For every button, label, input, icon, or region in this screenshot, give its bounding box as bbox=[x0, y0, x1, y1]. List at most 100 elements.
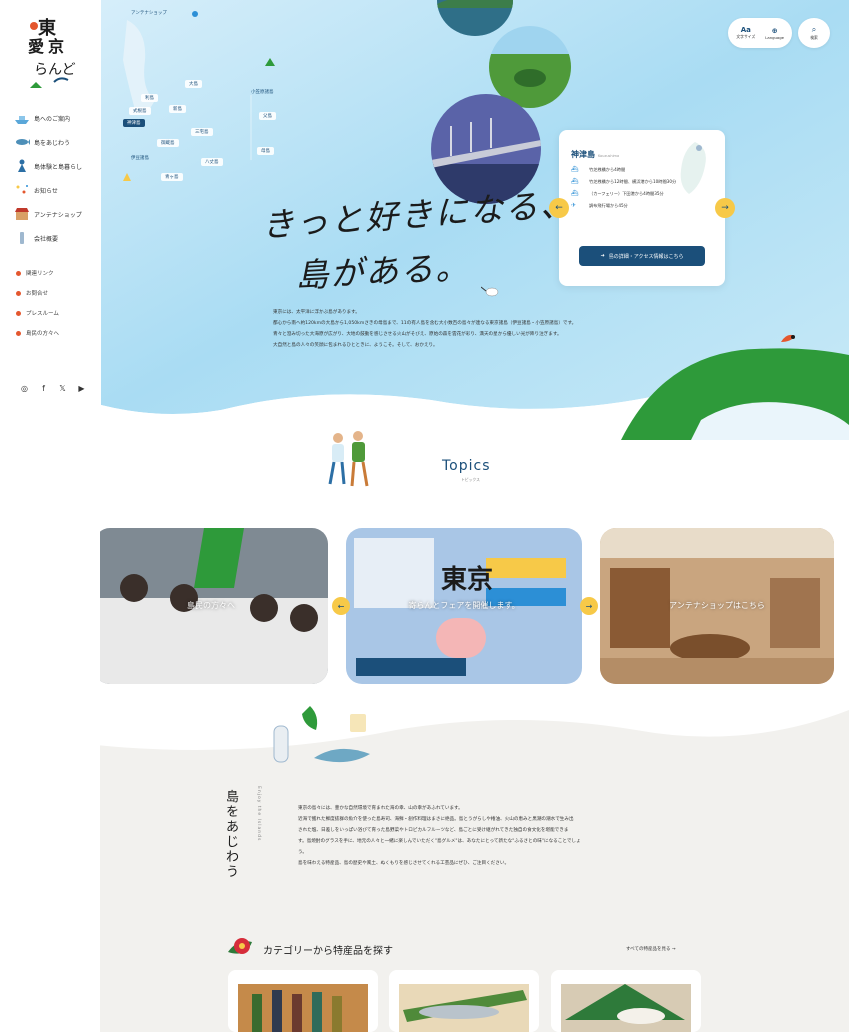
taste-wave bbox=[96, 690, 849, 750]
tokyo-islands-logo[interactable]: 東 京 愛 らんど bbox=[24, 12, 76, 98]
hero: アンテナショップ 大島 利島 新島 式根島 神津島 三宅島 御蔵島 八丈島 青ヶ… bbox=[101, 0, 849, 440]
island-roman: Kouzushima bbox=[598, 154, 620, 158]
plane-icon: ✈ bbox=[571, 202, 577, 209]
topics-title: Topics bbox=[442, 458, 491, 474]
route-item: ⛴ 竹芝桟橋から12時間、横浜港から10時間30分 bbox=[571, 179, 681, 185]
map-island-mikurajima[interactable]: 御蔵島 bbox=[157, 139, 179, 147]
bullet-icon bbox=[16, 290, 21, 296]
arrow-circle-icon: ➜ bbox=[600, 253, 605, 259]
sub-nav: 関連リンク お問合せ プレスルーム 島民の方々へ bbox=[16, 263, 59, 343]
subnav-item-press[interactable]: プレスルーム bbox=[16, 303, 59, 323]
map-group-izu: 伊豆諸島 bbox=[131, 156, 149, 161]
ship-icon bbox=[14, 111, 30, 125]
header-actions: Aa 文字サイズ ⊕ Language ⌕ 検索 bbox=[728, 18, 830, 48]
nav-label: 会社概要 bbox=[34, 235, 59, 243]
nav-label: アンテナショップ bbox=[34, 211, 82, 219]
island-silhouette-icon bbox=[680, 142, 706, 194]
map-island-oshima[interactable]: 大島 bbox=[185, 80, 202, 88]
search-icon: ⌕ bbox=[811, 25, 817, 34]
subnav-item-contact[interactable]: お問合せ bbox=[16, 283, 59, 303]
topic-card-label: アンテナショップはこちら bbox=[669, 601, 765, 610]
map-island-shikinejima[interactable]: 式根島 bbox=[129, 107, 151, 115]
language-button[interactable]: ⊕ Language bbox=[765, 27, 784, 40]
arrow-left-icon: ← bbox=[555, 203, 563, 213]
font-size-button[interactable]: Aa 文字サイズ bbox=[736, 26, 755, 40]
seagull-icon bbox=[481, 286, 499, 297]
person-icon bbox=[14, 159, 30, 173]
subnav-label: プレスルーム bbox=[26, 311, 59, 317]
nav-item-taste[interactable]: 島をあじわう bbox=[14, 130, 98, 154]
nav-label: 島体験と島暮らし bbox=[34, 163, 83, 171]
language-label: Language bbox=[765, 34, 784, 40]
walking-couple-illustration bbox=[328, 431, 369, 487]
taste-text-line: う。 bbox=[298, 850, 307, 855]
ship-icon: ⛴ bbox=[571, 190, 579, 197]
subnav-label: 関連リンク bbox=[26, 271, 54, 277]
map-island-kozushima[interactable]: 神津島 bbox=[123, 119, 145, 127]
arrow-right-icon: → bbox=[585, 601, 593, 611]
nav-item-guide[interactable]: 島へのご案内 bbox=[14, 106, 98, 130]
island-next-arrow[interactable]: → bbox=[715, 198, 735, 218]
product-card-sake[interactable] bbox=[228, 970, 378, 1032]
facebook-icon[interactable]: f bbox=[39, 384, 48, 393]
map-island-hahajima[interactable]: 母島 bbox=[257, 147, 274, 155]
svg-text:愛: 愛 bbox=[28, 37, 44, 56]
topic-card-antenna-shop[interactable]: アンテナショップはこちら bbox=[600, 528, 834, 684]
product-card-sushi[interactable] bbox=[551, 970, 701, 1032]
svg-text:らんど: らんど bbox=[34, 62, 76, 78]
bottle-icon bbox=[14, 231, 30, 245]
fish-icon bbox=[14, 135, 30, 149]
all-products-link[interactable]: すべての特産品を見る → bbox=[626, 946, 676, 952]
topic-card-fair[interactable]: 東京 寄らんとフェアを開催します。 bbox=[346, 528, 582, 684]
map-island-hachijojima[interactable]: 八丈島 bbox=[201, 158, 223, 166]
taste-text-line: された塩、日差しをいっぱい浴びて育った島野菜やトロピカルフルーツなど、島ごとに受… bbox=[298, 828, 569, 833]
page: 東 京 愛 らんど 島へのご案内 島をあじわう 島体験と島暮らし お知らせ アン… bbox=[0, 0, 849, 1032]
taste-text-line: 東京の島々には、豊かな自然環境で育まれた海の幸、山の幸があふれています。 bbox=[298, 806, 463, 811]
taste-text-line: 島を味わえる特産品、島の歴史や風土、ぬくもりを感じさせてくれる工芸品にぜひ、ご注… bbox=[298, 861, 510, 866]
shop-icon bbox=[14, 207, 30, 221]
subnav-item-residents[interactable]: 島民の方々へ bbox=[16, 323, 59, 343]
map-antenna-shop-label[interactable]: アンテナショップ bbox=[131, 10, 167, 16]
hero-text-line: 東京には、太平洋に浮かぶ島があります。 bbox=[273, 310, 360, 315]
taste-title-en: Enjoy the Islands bbox=[256, 786, 261, 842]
map-island-aogashima[interactable]: 青ヶ島 bbox=[161, 173, 183, 181]
nav-item-news[interactable]: お知らせ bbox=[14, 178, 98, 202]
svg-text:東京: 東京 bbox=[441, 564, 493, 595]
map-island-niijima[interactable]: 新島 bbox=[169, 105, 186, 113]
sparkle-icon bbox=[14, 183, 30, 197]
product-photo-sake bbox=[228, 970, 378, 1032]
map-island-chichijima[interactable]: 父島 bbox=[259, 112, 276, 120]
hero-tagline: きっと好きになる、 島がある。 bbox=[260, 184, 576, 295]
search-button[interactable]: ⌕ 検索 bbox=[798, 18, 830, 48]
topics-next-arrow[interactable]: → bbox=[580, 597, 598, 615]
taste-text-line: 近海で獲れた鮮度抜群の魚介を使った島寿司、海鮮・創作料理はまさに絶品。島とうがら… bbox=[298, 817, 574, 822]
map-island-toshima[interactable]: 利島 bbox=[141, 94, 158, 102]
nav-label: お知らせ bbox=[34, 187, 58, 195]
instagram-icon[interactable]: ◎ bbox=[20, 384, 29, 393]
subnav-label: お問合せ bbox=[26, 291, 49, 297]
youtube-icon[interactable]: ▶ bbox=[77, 384, 86, 393]
taste-text-line: す。島焼酎のグラスを手に、地元の人々と一緒に楽しんでいただく"島グルメ"は、あな… bbox=[298, 839, 581, 844]
font-size-icon: Aa bbox=[740, 26, 751, 34]
nav-item-experience[interactable]: 島体験と島暮らし bbox=[14, 154, 98, 178]
topic-card-residents[interactable]: 島民の方々へ bbox=[94, 528, 328, 684]
topics-prev-arrow[interactable]: ← bbox=[332, 597, 350, 615]
topics-subtitle: トピックス bbox=[461, 477, 480, 482]
arrow-right-icon: → bbox=[721, 203, 729, 213]
access-button-label: 島の詳細・アクセス情報はこちら bbox=[608, 253, 684, 260]
product-card-fish[interactable] bbox=[389, 970, 539, 1032]
x-icon[interactable]: 𝕏 bbox=[58, 384, 67, 393]
island-access-button[interactable]: ➜ 島の詳細・アクセス情報はこちら bbox=[579, 246, 705, 266]
route-item: ⛴ 竹芝桟橋から4時間 bbox=[571, 167, 681, 173]
island-prev-arrow[interactable]: ← bbox=[549, 198, 569, 218]
map-island-miyakejima[interactable]: 三宅島 bbox=[191, 128, 213, 136]
svg-text:東: 東 bbox=[38, 17, 56, 39]
map-group-ogasawara: 小笠原諸島 bbox=[251, 90, 274, 95]
nav-item-antenna-shop[interactable]: アンテナショップ bbox=[14, 202, 98, 226]
nav-item-company[interactable]: 会社概要 bbox=[14, 226, 98, 250]
hero-text-line: 都心から南へ約120kmの大島から1,050kmさきの母島まで、11の有人島を含… bbox=[273, 321, 577, 326]
subnav-item-links[interactable]: 関連リンク bbox=[16, 263, 59, 283]
product-photo-fish bbox=[389, 970, 539, 1032]
camellia-icon bbox=[228, 938, 252, 954]
font-size-label: 文字サイズ bbox=[736, 34, 756, 39]
